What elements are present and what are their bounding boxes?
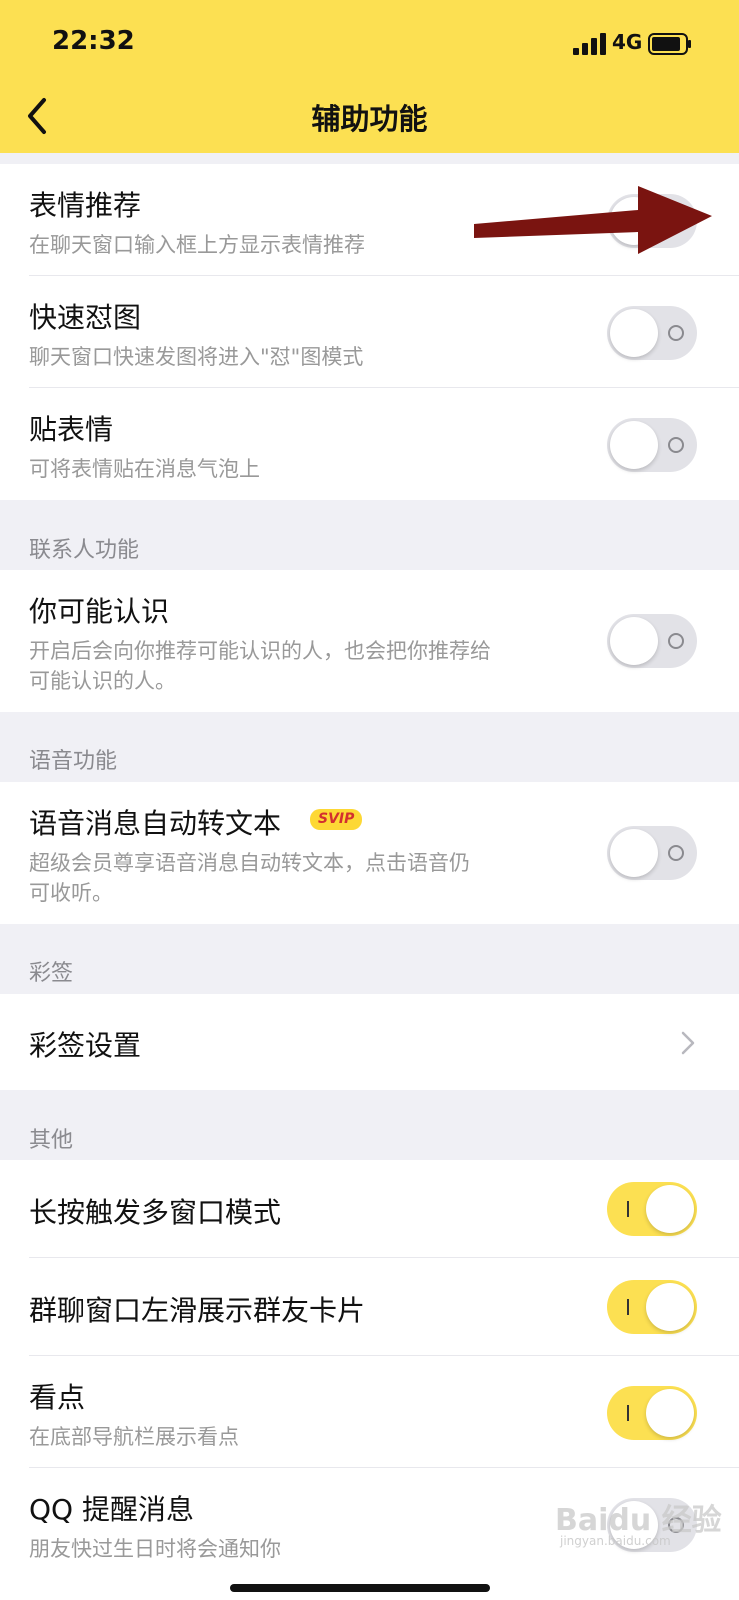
section-header-caiqian: 彩签 (29, 961, 74, 986)
quick-image-toggle[interactable] (607, 306, 697, 360)
multi-window-toggle[interactable] (607, 1182, 697, 1236)
watermark-url: jingyan.baidu.com (560, 1534, 671, 1548)
setting-subtitle-line1: 开启后会向你推荐可能认识的人，也会把你推荐给 (29, 639, 491, 663)
network-label: 4G (612, 30, 643, 54)
setting-title: 看点 (29, 1381, 86, 1414)
setting-title: 语音消息自动转文本 (29, 807, 282, 840)
group-card-toggle[interactable] (607, 1280, 697, 1334)
setting-row-group-card: 群聊窗口左滑展示群友卡片 (0, 1258, 739, 1356)
caiqian-card: 彩签设置 (0, 994, 739, 1090)
setting-row-kandian: 看点 在底部导航栏展示看点 (0, 1356, 739, 1468)
setting-subtitle: 在底部导航栏展示看点 (29, 1425, 239, 1449)
kandian-toggle[interactable] (607, 1386, 697, 1440)
home-indicator (230, 1584, 490, 1592)
sticker-toggle[interactable] (607, 418, 697, 472)
contacts-card: 你可能认识 开启后会向你推荐可能认识的人，也会把你推荐给 可能认识的人。 (0, 570, 739, 712)
setting-title: 长按触发多窗口模式 (29, 1196, 282, 1229)
setting-subtitle: 聊天窗口快速发图将进入"怼"图模式 (29, 345, 364, 369)
setting-row-caiqian[interactable]: 彩签设置 (0, 994, 739, 1090)
watermark-logo: Baidu 经验 (555, 1503, 722, 1538)
may-know-toggle[interactable] (607, 614, 697, 668)
setting-subtitle-line2: 可收听。 (29, 881, 113, 905)
page-title: 辅助功能 (311, 102, 428, 136)
setting-subtitle: 在聊天窗口输入框上方显示表情推荐 (29, 233, 365, 257)
signal-icon (573, 33, 606, 55)
section-header-contacts: 联系人功能 (29, 538, 140, 563)
setting-title: 表情推荐 (29, 189, 142, 222)
setting-row-quick-image: 快速怼图 聊天窗口快速发图将进入"怼"图模式 (0, 276, 739, 388)
section-header-other: 其他 (29, 1128, 74, 1153)
chevron-right-icon (681, 1031, 695, 1055)
setting-row-voice-to-text: 语音消息自动转文本 超级会员尊享语音消息自动转文本，点击语音仍 可收听。 (0, 782, 739, 924)
voice-to-text-toggle[interactable] (607, 826, 697, 880)
setting-title: QQ 提醒消息 (29, 1493, 194, 1526)
setting-title: 贴表情 (29, 413, 114, 446)
setting-row-sticker: 贴表情 可将表情贴在消息气泡上 (0, 388, 739, 500)
status-time: 22:32 (52, 26, 135, 56)
setting-subtitle-line1: 超级会员尊享语音消息自动转文本，点击语音仍 (29, 851, 470, 875)
setting-subtitle: 朋友快过生日时将会通知你 (29, 1537, 281, 1561)
setting-title: 群聊窗口左滑展示群友卡片 (29, 1294, 366, 1327)
section-header-voice: 语音功能 (29, 749, 118, 774)
voice-card: 语音消息自动转文本 超级会员尊享语音消息自动转文本，点击语音仍 可收听。 (0, 782, 739, 924)
setting-subtitle-line2: 可能认识的人。 (29, 669, 176, 693)
svip-badge: SVIP (310, 809, 363, 830)
setting-subtitle: 可将表情贴在消息气泡上 (29, 457, 260, 481)
setting-title: 彩签设置 (29, 1029, 142, 1062)
battery-icon (648, 33, 691, 55)
setting-row-may-know: 你可能认识 开启后会向你推荐可能认识的人，也会把你推荐给 可能认识的人。 (0, 570, 739, 712)
annotation-arrow-icon (474, 186, 712, 254)
setting-title: 你可能认识 (29, 595, 170, 628)
setting-title: 快速怼图 (29, 301, 142, 334)
setting-row-multi-window: 长按触发多窗口模式 (0, 1160, 739, 1258)
nav-header: 22:32 4G 辅助功能 (0, 0, 739, 153)
